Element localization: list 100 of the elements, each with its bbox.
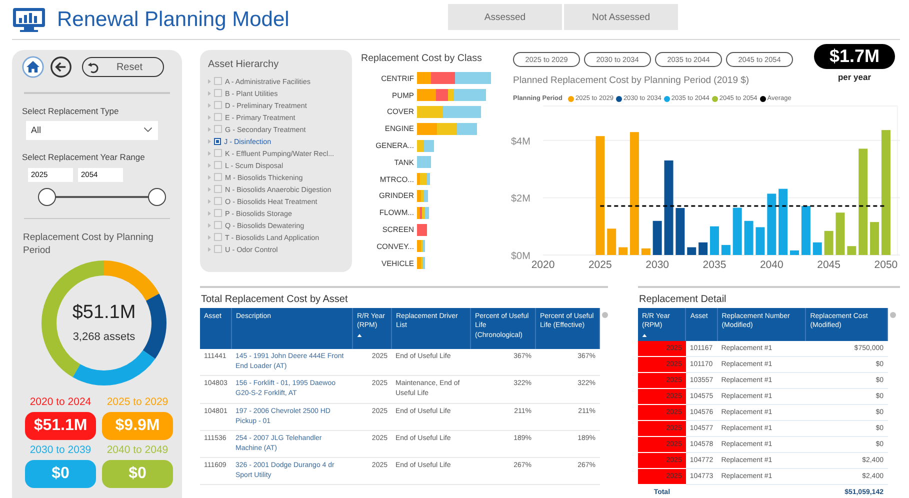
sort-icon bbox=[642, 334, 647, 337]
stacked-bar-drawing bbox=[417, 206, 429, 219]
expand-icon[interactable] bbox=[208, 174, 211, 180]
assessment-button[interactable]: Not Assessed bbox=[564, 4, 678, 30]
checkbox[interactable] bbox=[214, 161, 222, 169]
period-label: 2020 to 2024 bbox=[30, 396, 92, 408]
bar bbox=[710, 226, 719, 255]
total-cost-value: $51.1M bbox=[72, 302, 136, 324]
scroll-indicator bbox=[890, 312, 896, 318]
x-axis-label: 2040 bbox=[760, 259, 784, 269]
stacked-bar-drawing bbox=[417, 173, 430, 186]
period-label: 2040 to 2049 bbox=[106, 444, 168, 456]
panel-title: Asset Hierarchy bbox=[208, 59, 280, 70]
bar bbox=[732, 208, 742, 255]
slider-handle[interactable] bbox=[148, 188, 166, 206]
expand-icon[interactable] bbox=[208, 234, 211, 240]
period-label: 2030 to 2039 bbox=[30, 444, 92, 456]
expand-icon[interactable] bbox=[208, 114, 211, 120]
checkbox[interactable] bbox=[214, 209, 222, 217]
x-axis-label: 2020 bbox=[531, 259, 555, 269]
checkbox[interactable] bbox=[214, 173, 222, 181]
checkbox[interactable] bbox=[214, 197, 222, 205]
stacked-bar-drawing bbox=[417, 89, 486, 102]
bar bbox=[756, 227, 765, 255]
dashboard-logo-icon bbox=[12, 6, 46, 32]
x-axis-label: 2035 bbox=[702, 259, 726, 269]
expand-icon[interactable] bbox=[208, 198, 211, 204]
bar bbox=[721, 244, 730, 255]
bar bbox=[836, 212, 845, 255]
checkbox[interactable] bbox=[214, 125, 222, 133]
bar bbox=[698, 242, 708, 255]
checkbox[interactable] bbox=[214, 138, 221, 144]
stacked-bar-drawing bbox=[417, 224, 427, 236]
period-total-tile: $0 bbox=[102, 460, 173, 488]
annual-average-badge: $1.7M bbox=[814, 44, 895, 69]
dashboard-title: Renewal Planning Model bbox=[57, 8, 290, 32]
x-axis-label: 2045 bbox=[817, 259, 840, 269]
asset-count: 3,268 assets bbox=[72, 331, 136, 344]
stacked-bar-drawing bbox=[417, 122, 477, 135]
period-total-tile: $9.9M bbox=[102, 412, 173, 440]
checkbox[interactable] bbox=[214, 185, 222, 193]
expand-icon[interactable] bbox=[208, 126, 211, 132]
expand-icon[interactable] bbox=[208, 78, 211, 84]
checkbox[interactable] bbox=[214, 233, 222, 241]
chart-title: Planned Replacement Cost by Planning Period (2019 $) bbox=[513, 75, 750, 86]
replacement-type-dropdown[interactable]: All bbox=[26, 120, 158, 140]
bar bbox=[767, 194, 776, 255]
checkbox[interactable] bbox=[214, 89, 222, 97]
expand-icon[interactable] bbox=[208, 150, 211, 156]
assessment-button[interactable]: Assessed bbox=[448, 4, 562, 30]
y-axis-label: $0M bbox=[511, 251, 530, 262]
bar bbox=[790, 250, 799, 255]
reset-button[interactable]: Reset bbox=[82, 57, 164, 77]
checkbox[interactable] bbox=[214, 101, 222, 109]
stacked-bar-drawing bbox=[417, 240, 425, 252]
section-title: Replacement Cost by Planning Period bbox=[23, 231, 154, 258]
back-icon[interactable] bbox=[50, 56, 72, 78]
bar bbox=[641, 248, 650, 255]
expand-icon[interactable] bbox=[208, 162, 211, 168]
x-axis-label: 2050 bbox=[874, 259, 898, 269]
bar bbox=[676, 208, 685, 255]
checkbox[interactable] bbox=[214, 113, 222, 121]
x-axis-label: 2030 bbox=[646, 259, 669, 269]
stacked-bar-drawing bbox=[417, 106, 481, 118]
stacked-bar-drawing bbox=[417, 156, 431, 168]
slider-handle[interactable] bbox=[38, 188, 56, 206]
checkbox[interactable] bbox=[214, 221, 222, 229]
chevron-down-icon bbox=[143, 127, 153, 133]
bar bbox=[652, 220, 662, 255]
checkbox[interactable] bbox=[214, 245, 222, 253]
bar bbox=[618, 247, 628, 255]
undo-icon bbox=[87, 60, 100, 74]
chart-title: Replacement Cost by Class bbox=[361, 53, 483, 64]
expand-icon[interactable] bbox=[208, 90, 211, 96]
filter-label: Select Replacement Type bbox=[22, 106, 120, 116]
y-axis-label: $4M bbox=[511, 136, 530, 148]
bar bbox=[778, 188, 788, 255]
bar bbox=[847, 246, 856, 255]
sort-icon bbox=[357, 334, 362, 337]
stacked-bar-drawing bbox=[417, 140, 434, 152]
table-title: Total Replacement Cost by Asset bbox=[201, 294, 349, 305]
checkbox[interactable] bbox=[214, 77, 222, 85]
stacked-bar-drawing bbox=[417, 257, 425, 270]
table-title: Replacement Detail bbox=[639, 294, 728, 305]
y-axis-label: $2M bbox=[511, 194, 530, 205]
expand-icon[interactable] bbox=[208, 246, 211, 252]
expand-icon[interactable] bbox=[208, 102, 211, 108]
expand-icon[interactable] bbox=[208, 222, 211, 228]
expand-icon[interactable] bbox=[208, 138, 211, 144]
checkbox[interactable] bbox=[214, 149, 222, 157]
period-total-tile: $51.1M bbox=[25, 412, 96, 440]
stacked-bar-drawing bbox=[417, 190, 428, 202]
bar bbox=[870, 222, 880, 255]
bar bbox=[607, 228, 616, 255]
home-icon[interactable] bbox=[22, 56, 44, 78]
bar bbox=[812, 242, 822, 255]
bar bbox=[801, 206, 810, 255]
expand-icon[interactable] bbox=[208, 186, 211, 192]
bar bbox=[687, 247, 696, 255]
expand-icon[interactable] bbox=[208, 210, 211, 216]
